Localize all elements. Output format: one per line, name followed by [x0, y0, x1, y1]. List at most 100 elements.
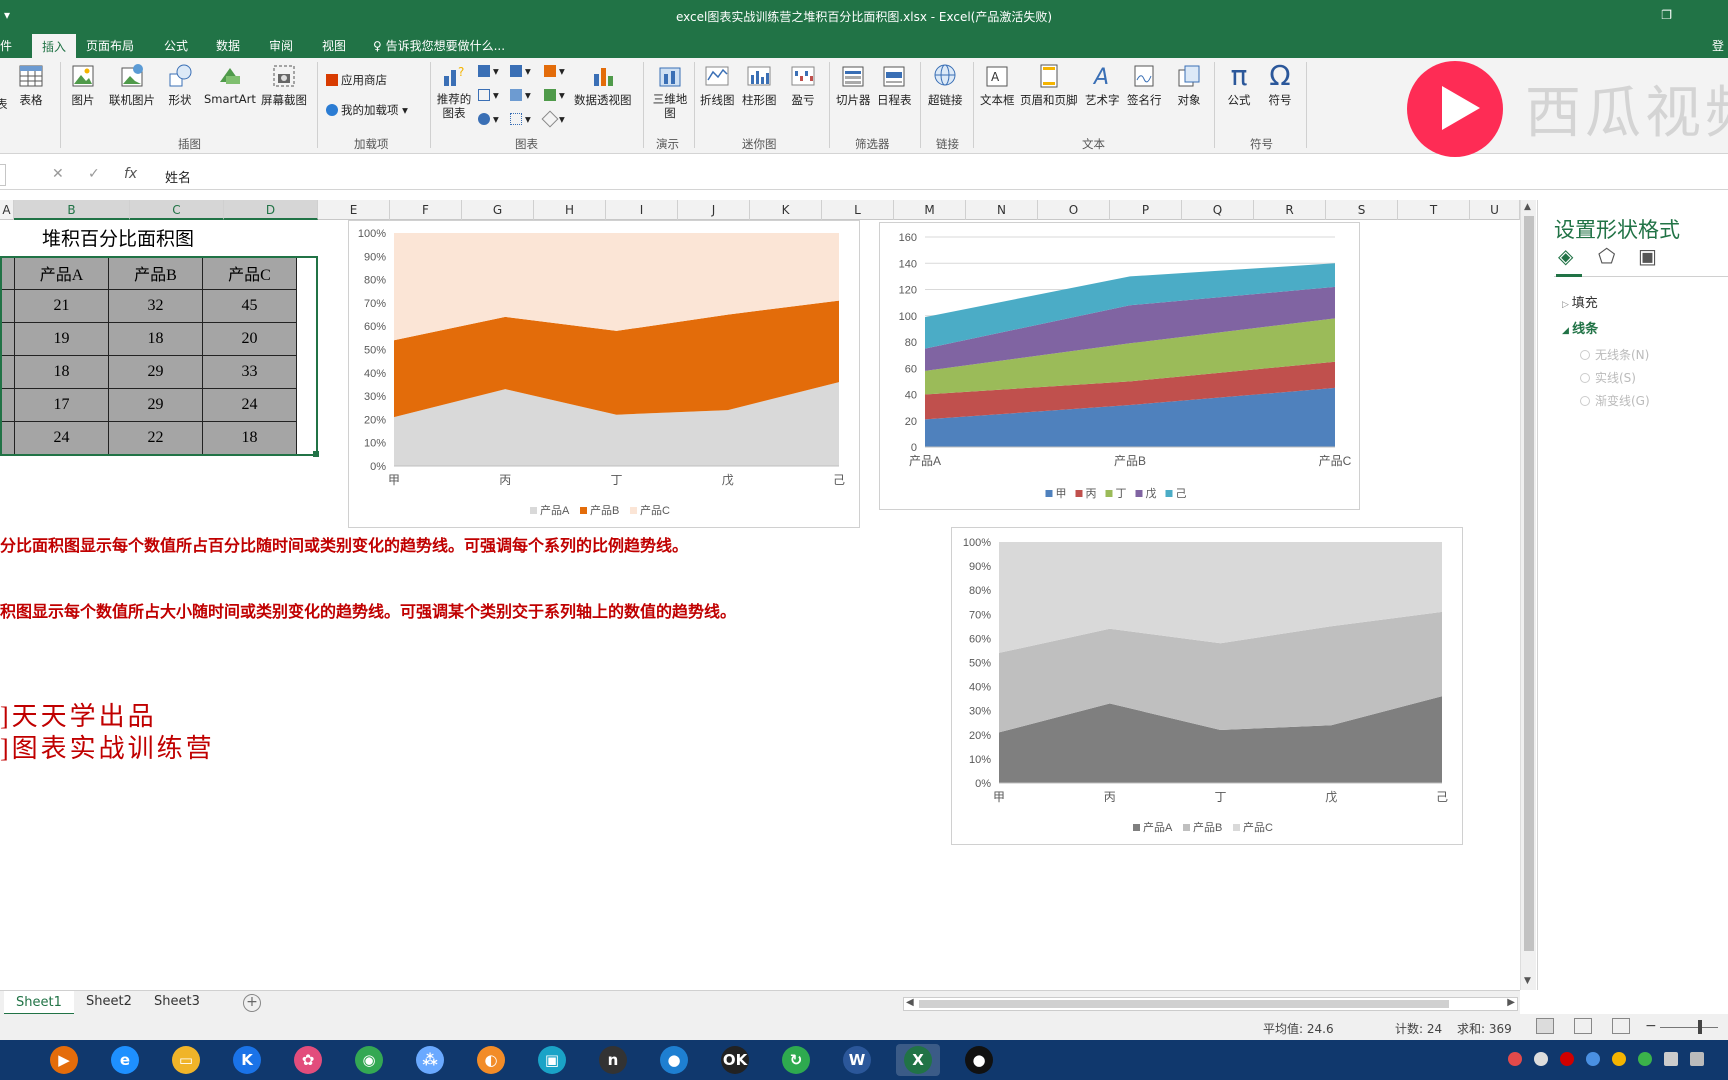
table-cell[interactable] — [0, 289, 15, 323]
shapes-button[interactable]: 形状 — [167, 62, 193, 108]
no-line-option[interactable]: 无线条(N) — [1580, 346, 1649, 363]
header-footer-button[interactable]: 页眉和页脚 — [1020, 62, 1078, 108]
ribbon-tab-0[interactable]: 件 — [0, 37, 12, 54]
scroll-up-icon[interactable]: ▲ — [1524, 202, 1531, 212]
no-line-radio[interactable] — [1580, 350, 1590, 360]
pie-chart-button[interactable]: ▾ — [478, 112, 499, 126]
sparkline-line-button[interactable]: 折线图 — [700, 62, 735, 108]
data-table[interactable]: 产品A 产品B 产品C 21 32 45 19 18 20 18 29 33 17 29 24 24 22 18 — [0, 256, 297, 455]
taskbar-app-fruit[interactable]: ◐ — [469, 1044, 513, 1076]
chart-percent-area-gray[interactable]: 0% 10% 20% 30% 40% 50% 60% 70% 80% 90% 100% 甲 丙 丁 戊 己产品… — [951, 527, 1463, 845]
status-sum[interactable]: 求和: 369 — [1457, 1020, 1512, 1037]
equation-button[interactable]: π 公式 — [1226, 62, 1252, 108]
status-average[interactable]: 平均值: 24.6 — [1263, 1020, 1334, 1037]
column-header-U[interactable]: U — [1470, 200, 1520, 220]
tray-notification-icon[interactable] — [1690, 1052, 1704, 1066]
3d-map-button[interactable]: 三维地图 — [650, 62, 690, 120]
my-addins-button[interactable]: 我的加载项 ▾ — [326, 102, 408, 118]
column-header-S[interactable]: S — [1326, 200, 1398, 220]
table-cell[interactable]: 29 — [108, 388, 203, 422]
table-cell[interactable]: 22 — [108, 421, 203, 455]
table-header-cell[interactable]: 产品A — [14, 256, 109, 290]
table-button[interactable]: 表格 — [18, 62, 44, 108]
column-header-R[interactable]: R — [1254, 200, 1326, 220]
taskbar-app-recorder[interactable]: ● — [652, 1044, 696, 1076]
name-box[interactable] — [0, 164, 6, 186]
ribbon-tab-5[interactable]: 审阅 — [269, 37, 293, 54]
column-header-J[interactable]: J — [678, 200, 750, 220]
taskbar-app-chrome[interactable]: ◉ — [347, 1044, 391, 1076]
column-header-A[interactable]: A — [0, 200, 14, 220]
cancel-icon[interactable]: ✕ — [52, 166, 64, 182]
normal-view-icon[interactable] — [1536, 1018, 1554, 1034]
taskbar-app-media[interactable]: ▶ — [42, 1044, 86, 1076]
online-picture-button[interactable]: 联机图片 — [109, 62, 155, 108]
table-cell[interactable] — [0, 388, 15, 422]
taskbar-app-explorer[interactable]: ▭ — [164, 1044, 208, 1076]
tray-ime-icon[interactable] — [1586, 1052, 1600, 1066]
taskbar-app-excel[interactable]: X — [896, 1044, 940, 1076]
vertical-scrollbar[interactable]: ▲ ▼ — [1520, 200, 1536, 990]
scroll-left-icon[interactable]: ◀ — [906, 997, 914, 1008]
screenshot-button[interactable]: 屏幕截图 — [261, 62, 307, 108]
column-header-T[interactable]: T — [1398, 200, 1470, 220]
tray-app-icon[interactable] — [1638, 1052, 1652, 1066]
tray-record-icon[interactable] — [1560, 1052, 1574, 1066]
combo-chart-button[interactable]: ▾ — [544, 64, 565, 78]
taskbar-app-photos[interactable]: ✿ — [286, 1044, 330, 1076]
table-cell[interactable] — [0, 421, 15, 455]
column-header-K[interactable]: K — [750, 200, 822, 220]
table-cell[interactable]: 45 — [202, 289, 297, 323]
zoom-slider-knob[interactable] — [1698, 1020, 1702, 1034]
formula-input[interactable]: 姓名 — [165, 167, 191, 186]
sheet-tab-1[interactable]: Sheet1 — [4, 991, 74, 1015]
column-header-F[interactable]: F — [390, 200, 462, 220]
table-cell[interactable]: 24 — [14, 421, 109, 455]
insert-function-icon[interactable]: fx — [124, 166, 137, 182]
tray-network-icon[interactable] — [1534, 1052, 1548, 1066]
recommended-charts-button[interactable]: ? 推荐的图表 — [434, 62, 474, 120]
table-cell[interactable]: 21 — [14, 289, 109, 323]
vertical-scroll-thumb[interactable] — [1524, 216, 1534, 951]
waterfall-chart-button[interactable]: ▾ — [544, 88, 565, 102]
horizontal-scrollbar[interactable]: ◀ ▶ — [903, 997, 1518, 1011]
sign-in-link[interactable]: 登 — [1712, 37, 1724, 54]
column-header-L[interactable]: L — [822, 200, 894, 220]
ribbon-display-options-icon[interactable]: ❐ — [1661, 8, 1672, 22]
stat-chart-button[interactable]: ▾ — [510, 88, 531, 102]
effects-icon[interactable]: ⬠ — [1598, 244, 1615, 268]
ribbon-tab-3[interactable]: 公式 — [164, 37, 188, 54]
line-chart-button[interactable]: ▾ — [478, 88, 499, 102]
chart-stacked-area[interactable]: 0 20 40 60 80 100 120 140 160 产品A 产品B 产品C 甲 丙 丁 戊 己 — [879, 222, 1360, 510]
zoom-out-icon[interactable]: − — [1645, 1018, 1657, 1034]
symbol-button[interactable]: Ω 符号 — [1267, 62, 1293, 108]
taskbar-app-network[interactable]: ⁂ — [408, 1044, 452, 1076]
table-cell[interactable]: 29 — [108, 355, 203, 389]
gradient-line-radio[interactable] — [1580, 396, 1590, 406]
column-header-C[interactable]: C — [130, 200, 224, 220]
table-cell[interactable] — [0, 322, 15, 356]
horizontal-scroll-thumb[interactable] — [919, 1000, 1449, 1008]
table-cell[interactable]: 24 — [202, 388, 297, 422]
column-chart-button[interactable]: ▾ — [478, 64, 499, 78]
column-header-P[interactable]: P — [1110, 200, 1182, 220]
signature-line-button[interactable]: 签名行 — [1127, 62, 1162, 108]
scroll-right-icon[interactable]: ▶ — [1507, 997, 1515, 1008]
ribbon-tab-4[interactable]: 数据 — [216, 37, 240, 54]
table-cell[interactable]: 17 — [14, 388, 109, 422]
table-cell[interactable]: 18 — [202, 421, 297, 455]
bar-chart-button[interactable]: ▾ — [510, 64, 531, 78]
page-break-view-icon[interactable] — [1612, 1018, 1630, 1034]
sparkline-winloss-button[interactable]: 盈亏 — [790, 62, 816, 108]
table-header-cell[interactable] — [0, 256, 15, 290]
timeline-button[interactable]: 日程表 — [877, 62, 912, 108]
note-percent-area[interactable]: 分比面积图显示每个数值所占百分比随时间或类别变化的趋势线。可强调每个系列的比例趋… — [0, 532, 688, 556]
picture-button[interactable]: 图片 — [70, 62, 96, 108]
status-count[interactable]: 计数: 24 — [1395, 1020, 1442, 1037]
radar-chart-button[interactable]: ▾ — [541, 110, 565, 128]
sheet-title[interactable]: 堆积百分比面积图 — [42, 224, 194, 251]
add-sheet-icon[interactable]: + — [243, 994, 261, 1012]
table-cell[interactable]: 18 — [14, 355, 109, 389]
brand-line-2[interactable]: ]图表实战训练营 — [0, 728, 215, 765]
enter-icon[interactable]: ✓ — [88, 166, 100, 182]
